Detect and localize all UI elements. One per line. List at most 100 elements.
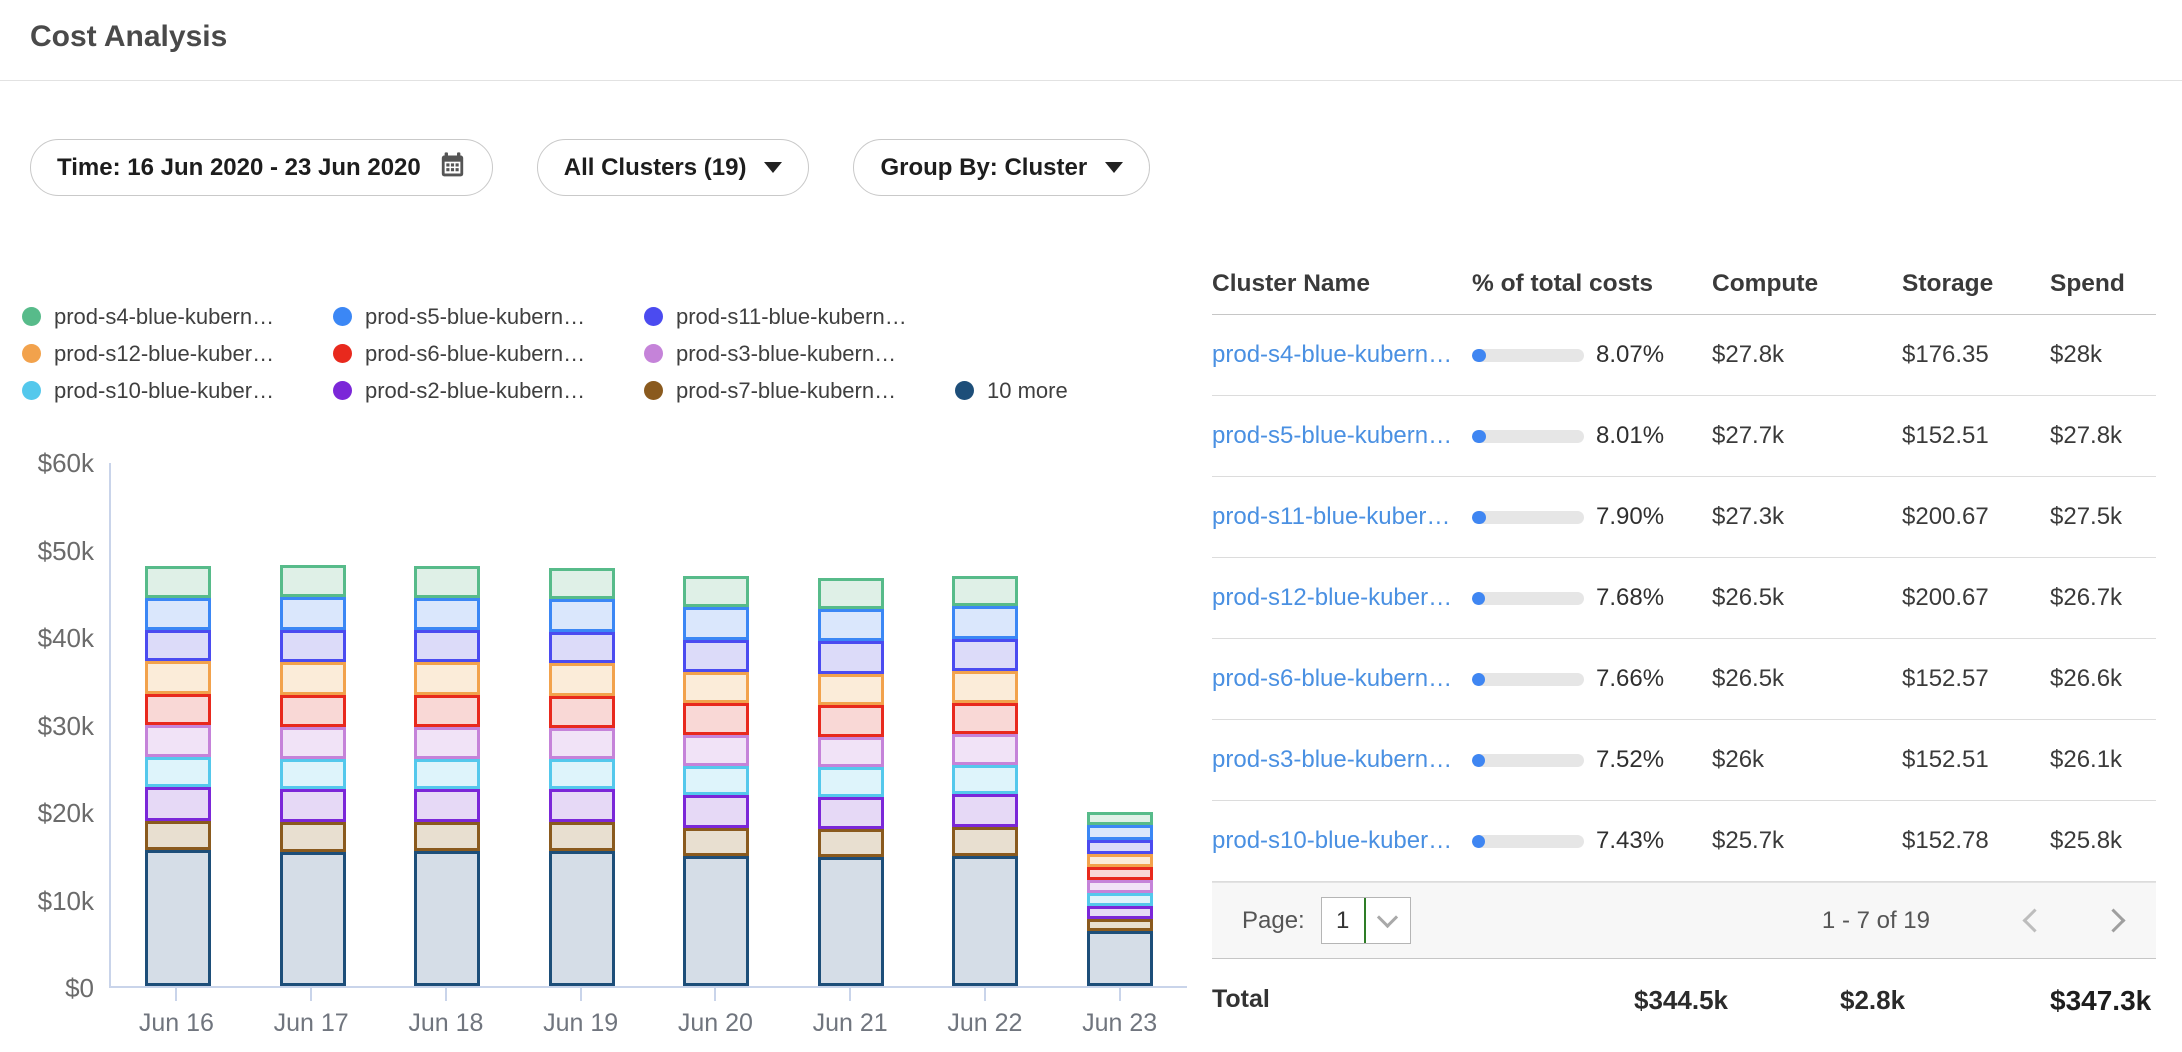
bar-segment[interactable] <box>280 630 346 662</box>
bar-segment[interactable] <box>683 766 749 796</box>
bar-segment[interactable] <box>952 703 1018 735</box>
bar-segment[interactable] <box>549 663 615 695</box>
bar-segment[interactable] <box>683 672 749 704</box>
clusters-filter-button[interactable]: All Clusters (19) <box>537 139 810 196</box>
page-select[interactable]: 1 <box>1321 897 1411 944</box>
time-range-button[interactable]: Time: 16 Jun 2020 - 23 Jun 2020 <box>30 139 493 196</box>
bar-segment[interactable] <box>952 576 1018 607</box>
bar-segment[interactable] <box>280 759 346 790</box>
cluster-name-link[interactable]: prod-s6-blue-kubern… <box>1212 665 1472 693</box>
stacked-bar[interactable] <box>818 578 884 986</box>
bar-segment[interactable] <box>145 598 211 630</box>
bar-segment[interactable] <box>549 632 615 664</box>
bar-segment[interactable] <box>145 787 211 821</box>
cluster-name-link[interactable]: prod-s10-blue-kuber… <box>1212 827 1472 855</box>
bar-segment[interactable] <box>549 822 615 851</box>
stacked-bar[interactable] <box>145 566 211 986</box>
bar-segment[interactable] <box>414 822 480 851</box>
legend-item[interactable]: prod-s11-blue-kubern… <box>644 304 955 330</box>
bar-segment[interactable] <box>952 765 1018 795</box>
bar-segment[interactable] <box>1087 931 1153 986</box>
bar-segment[interactable] <box>414 695 480 727</box>
bar-segment[interactable] <box>1087 854 1153 867</box>
bar-segment[interactable] <box>414 662 480 694</box>
cluster-name-link[interactable]: prod-s3-blue-kubern… <box>1212 746 1472 774</box>
bar-segment[interactable] <box>280 727 346 759</box>
bar-segment[interactable] <box>952 671 1018 703</box>
bar-segment[interactable] <box>280 662 346 694</box>
bar-segment[interactable] <box>414 727 480 759</box>
bar-segment[interactable] <box>414 630 480 662</box>
bar-segment[interactable] <box>952 856 1018 986</box>
bar-segment[interactable] <box>1087 893 1153 905</box>
bar-segment[interactable] <box>145 850 211 987</box>
bar-segment[interactable] <box>549 728 615 760</box>
bar-segment[interactable] <box>952 794 1018 826</box>
bar-segment[interactable] <box>145 566 211 598</box>
bar-segment[interactable] <box>280 597 346 630</box>
bar-segment[interactable] <box>818 641 884 673</box>
bar-segment[interactable] <box>818 829 884 857</box>
bar-segment[interactable] <box>1087 919 1153 931</box>
legend-item[interactable]: prod-s5-blue-kubern… <box>333 304 644 330</box>
bar-segment[interactable] <box>1087 906 1153 919</box>
bar-segment[interactable] <box>683 735 749 766</box>
bar-segment[interactable] <box>145 821 211 850</box>
bar-segment[interactable] <box>280 852 346 986</box>
bar-segment[interactable] <box>280 822 346 852</box>
legend-item[interactable]: prod-s2-blue-kubern… <box>333 378 644 404</box>
stacked-bar[interactable] <box>683 576 749 986</box>
legend-item[interactable]: prod-s4-blue-kubern… <box>22 304 333 330</box>
bar-segment[interactable] <box>145 694 211 726</box>
bar-segment[interactable] <box>818 857 884 987</box>
bar-segment[interactable] <box>1087 867 1153 880</box>
bar-segment[interactable] <box>414 566 480 598</box>
bar-segment[interactable] <box>1087 880 1153 893</box>
bar-segment[interactable] <box>280 789 346 822</box>
bar-segment[interactable] <box>683 703 749 735</box>
stacked-bar[interactable] <box>549 568 615 986</box>
legend-item[interactable]: prod-s7-blue-kubern… <box>644 378 955 404</box>
legend-item[interactable]: prod-s6-blue-kubern… <box>333 341 644 367</box>
bar-segment[interactable] <box>818 609 884 641</box>
bar-segment[interactable] <box>683 607 749 639</box>
stacked-bar[interactable] <box>1087 812 1153 986</box>
bar-segment[interactable] <box>952 639 1018 671</box>
bar-segment[interactable] <box>280 565 346 597</box>
group-by-button[interactable]: Group By: Cluster <box>853 139 1150 196</box>
bar-segment[interactable] <box>818 767 884 797</box>
legend-item[interactable]: prod-s3-blue-kubern… <box>644 341 955 367</box>
bar-segment[interactable] <box>414 789 480 822</box>
bar-segment[interactable] <box>818 578 884 609</box>
legend-item[interactable]: prod-s12-blue-kuber… <box>22 341 333 367</box>
bar-segment[interactable] <box>952 734 1018 765</box>
bar-segment[interactable] <box>683 856 749 986</box>
bar-segment[interactable] <box>549 568 615 600</box>
legend-item[interactable]: 10 more <box>955 378 1068 404</box>
bar-segment[interactable] <box>952 827 1018 856</box>
bar-segment[interactable] <box>818 797 884 829</box>
stacked-bar[interactable] <box>280 565 346 986</box>
bar-segment[interactable] <box>952 606 1018 638</box>
cluster-name-link[interactable]: prod-s12-blue-kuber… <box>1212 584 1472 612</box>
cluster-name-link[interactable]: prod-s11-blue-kuber… <box>1212 503 1472 531</box>
cluster-name-link[interactable]: prod-s4-blue-kubern… <box>1212 341 1472 369</box>
bar-segment[interactable] <box>414 598 480 630</box>
bar-segment[interactable] <box>549 851 615 986</box>
bar-segment[interactable] <box>818 737 884 768</box>
bar-segment[interactable] <box>1087 812 1153 825</box>
bar-segment[interactable] <box>414 851 480 986</box>
previous-page-icon[interactable] <box>2022 908 2046 932</box>
bar-segment[interactable] <box>145 661 211 693</box>
bar-segment[interactable] <box>414 759 480 790</box>
bar-segment[interactable] <box>145 725 211 757</box>
bar-segment[interactable] <box>818 674 884 706</box>
bar-segment[interactable] <box>549 759 615 789</box>
bar-segment[interactable] <box>145 757 211 787</box>
bar-segment[interactable] <box>549 599 615 631</box>
bar-segment[interactable] <box>145 630 211 662</box>
bar-segment[interactable] <box>549 789 615 822</box>
bar-segment[interactable] <box>683 795 749 827</box>
stacked-bar[interactable] <box>414 566 480 986</box>
bar-segment[interactable] <box>1087 840 1153 854</box>
